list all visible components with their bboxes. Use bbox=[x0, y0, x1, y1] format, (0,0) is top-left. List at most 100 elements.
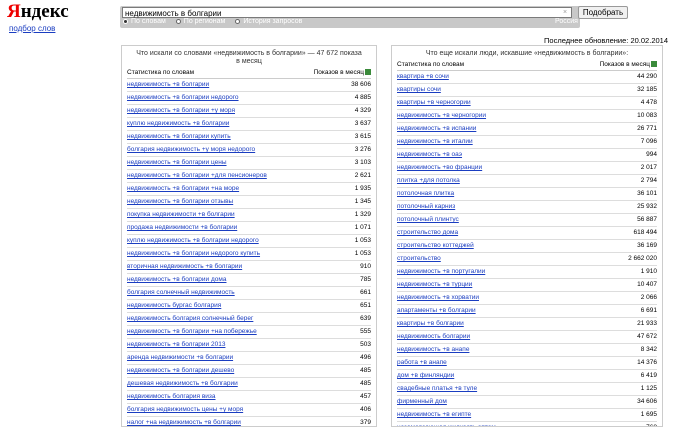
keyword-link[interactable]: недвижимость +в болгарии 2013 bbox=[127, 339, 225, 351]
keyword-link[interactable]: квартира +в сочи bbox=[397, 71, 449, 83]
mode-by-words[interactable]: По словам bbox=[123, 17, 166, 26]
table-row: недвижимость +в болгарии +у моря 4 329 bbox=[127, 105, 371, 118]
left-rows: недвижимость +в болгарии 38 606 недвижимос… bbox=[122, 79, 376, 426]
keyword-link[interactable]: квартиры +в болгарии bbox=[397, 318, 464, 330]
yandex-logo[interactable]: Яндекс bbox=[7, 2, 69, 21]
table-row: потолочный плинтус 56 887 bbox=[397, 214, 657, 227]
keyword-link[interactable]: квартиры сочи bbox=[397, 84, 441, 96]
wordstat-link[interactable]: подбор слов bbox=[9, 24, 55, 33]
table-row: незамерзающая жидкость оптом 768 bbox=[397, 422, 657, 426]
keyword-link[interactable]: болгария солнечный недвижимость bbox=[127, 287, 235, 299]
excel-icon[interactable] bbox=[365, 69, 371, 76]
keyword-link[interactable]: болгария недвижимость цены +у моря bbox=[127, 404, 243, 416]
keyword-link[interactable]: недвижимость болгария виза bbox=[127, 391, 216, 403]
column-impressions: Показов в месяц bbox=[600, 61, 657, 68]
keyword-link[interactable]: недвижимость +в хорватии bbox=[397, 292, 479, 304]
keyword-link[interactable]: недвижимость +во франции bbox=[397, 162, 482, 174]
keyword-link[interactable]: недвижимость +в болгарии +на море bbox=[127, 183, 239, 195]
excel-icon[interactable] bbox=[651, 61, 657, 68]
keyword-link[interactable]: недвижимость +в португалии bbox=[397, 266, 485, 278]
table-row: недвижимость +во франции 2 017 bbox=[397, 162, 657, 175]
keyword-link[interactable]: недвижимость +в болгарии дешево bbox=[127, 365, 234, 377]
keyword-link[interactable]: плитка +для потолка bbox=[397, 175, 460, 187]
keyword-link[interactable]: квартиры +в черногории bbox=[397, 97, 471, 109]
keyword-link[interactable]: работа +в анапе bbox=[397, 357, 447, 369]
table-row: недвижимость +в болгарии +для пенсионеро… bbox=[127, 170, 371, 183]
logo-first-letter: Я bbox=[7, 1, 21, 22]
impressions-count: 3 103 bbox=[354, 159, 371, 166]
table-row: недвижимость +в болгарии +на море 1 935 bbox=[127, 183, 371, 196]
keyword-link[interactable]: недвижимость +в болгарии недорого купить bbox=[127, 248, 260, 260]
table-row: свадебные платья +в туле 1 125 bbox=[397, 383, 657, 396]
keyword-link[interactable]: недвижимость +в болгарии +у моря bbox=[127, 105, 235, 117]
keyword-link[interactable]: аренда недвижимости +в болгарии bbox=[127, 352, 233, 364]
impressions-count: 3 276 bbox=[354, 146, 371, 153]
impressions-count: 994 bbox=[646, 151, 657, 158]
impressions-count: 1 071 bbox=[354, 224, 371, 231]
mode-by-regions[interactable]: По регионам bbox=[175, 17, 225, 26]
keyword-link[interactable]: покупка недвижимости +в болгарии bbox=[127, 209, 235, 221]
keyword-link[interactable]: недвижимость +в болгарии bbox=[127, 79, 209, 91]
keyword-link[interactable]: недвижимость +в испании bbox=[397, 123, 476, 135]
table-row: недвижимость +в испании 26 771 bbox=[397, 123, 657, 136]
keyword-link[interactable]: недвижимость +в оаэ bbox=[397, 149, 462, 161]
impressions-count: 785 bbox=[360, 276, 371, 283]
keyword-link[interactable]: потолочный карниз bbox=[397, 201, 455, 213]
table-row: недвижимость болгарии 47 672 bbox=[397, 331, 657, 344]
table-row: строительство дома 618 494 bbox=[397, 227, 657, 240]
impressions-count: 26 771 bbox=[637, 125, 657, 132]
impressions-count: 7 096 bbox=[640, 138, 657, 145]
impressions-count: 910 bbox=[360, 263, 371, 270]
table-row: куплю недвижимость +в болгарии недорого 1… bbox=[127, 235, 371, 248]
keyword-link[interactable]: недвижимость болгарии bbox=[397, 331, 470, 343]
keyword-link[interactable]: куплю недвижимость +в болгарии bbox=[127, 118, 229, 130]
keyword-link[interactable]: потолочная плитка bbox=[397, 188, 454, 200]
impressions-count: 2 066 bbox=[640, 294, 657, 301]
impressions-count: 6 419 bbox=[640, 372, 657, 379]
submit-button[interactable]: Подобрать bbox=[578, 6, 628, 19]
table-row: квартиры +в черногории 4 478 bbox=[397, 97, 657, 110]
keyword-link[interactable]: недвижимость +в болгарии +на побережье bbox=[127, 326, 257, 338]
region-link[interactable]: Россия bbox=[555, 17, 578, 26]
keyword-link[interactable]: недвижимость +в анапе bbox=[397, 344, 469, 356]
keyword-link[interactable]: незамерзающая жидкость оптом bbox=[397, 422, 496, 426]
keyword-link[interactable]: строительство коттеджей bbox=[397, 240, 474, 252]
keyword-link[interactable]: недвижимость +в турции bbox=[397, 279, 472, 291]
keyword-link[interactable]: фирменный дом bbox=[397, 396, 447, 408]
keyword-link[interactable]: недвижимость бургас болгария bbox=[127, 300, 221, 312]
table-row: фирменный дом 34 606 bbox=[397, 396, 657, 409]
keyword-link[interactable]: недвижимость +в египте bbox=[397, 409, 471, 421]
impressions-count: 21 933 bbox=[637, 320, 657, 327]
keyword-link[interactable]: потолочный плинтус bbox=[397, 214, 459, 226]
keyword-link[interactable]: недвижимость болгария солнечный берег bbox=[127, 313, 253, 325]
keyword-link[interactable]: строительство дома bbox=[397, 227, 458, 239]
keyword-link[interactable]: недвижимость +в италии bbox=[397, 136, 473, 148]
table-row: апартаменты +в болгарии 6 691 bbox=[397, 305, 657, 318]
impressions-count: 4 885 bbox=[354, 94, 371, 101]
table-row: недвижимость +в болгарии дома 785 bbox=[127, 274, 371, 287]
keyword-link[interactable]: строительство bbox=[397, 253, 441, 265]
keyword-link[interactable]: недвижимость +в болгарии купить bbox=[127, 131, 231, 143]
keyword-link[interactable]: дом +в финляндии bbox=[397, 370, 454, 382]
impressions-count: 2 794 bbox=[640, 177, 657, 184]
table-row: аренда недвижимости +в болгарии 496 bbox=[127, 352, 371, 365]
table-row: плитка +для потолка 2 794 bbox=[397, 175, 657, 188]
keyword-link[interactable]: недвижимость +в болгарии отзывы bbox=[127, 196, 233, 208]
keyword-link[interactable]: недвижимость +в болгарии дома bbox=[127, 274, 226, 286]
keyword-link[interactable]: куплю недвижимость +в болгарии недорого bbox=[127, 235, 259, 247]
keyword-link[interactable]: дешевая недвижимость +в болгарии bbox=[127, 378, 238, 390]
keyword-link[interactable]: свадебные платья +в туле bbox=[397, 383, 477, 395]
keyword-link[interactable]: продажа недвижимости +в болгарии bbox=[127, 222, 237, 234]
impressions-count: 4 478 bbox=[640, 99, 657, 106]
keyword-link[interactable]: недвижимость +в черногории bbox=[397, 110, 486, 122]
table-row: недвижимость +в болгарии недорого купить… bbox=[127, 248, 371, 261]
mode-history[interactable]: История запросов bbox=[235, 17, 302, 26]
keyword-link[interactable]: болгария недвижимость +у моря недорого bbox=[127, 144, 255, 156]
keyword-link[interactable]: недвижимость +в болгарии недорого bbox=[127, 92, 239, 104]
keyword-link[interactable]: вторичная недвижимость +в болгарии bbox=[127, 261, 242, 273]
keyword-link[interactable]: недвижимость +в болгарии +для пенсионеро… bbox=[127, 170, 267, 182]
keyword-link[interactable]: апартаменты +в болгарии bbox=[397, 305, 476, 317]
logo-rest: ндекс bbox=[20, 1, 69, 22]
keyword-link[interactable]: недвижимость +в болгарии цены bbox=[127, 157, 227, 169]
keyword-link[interactable]: налог +на недвижимость +в болгарии bbox=[127, 417, 241, 426]
